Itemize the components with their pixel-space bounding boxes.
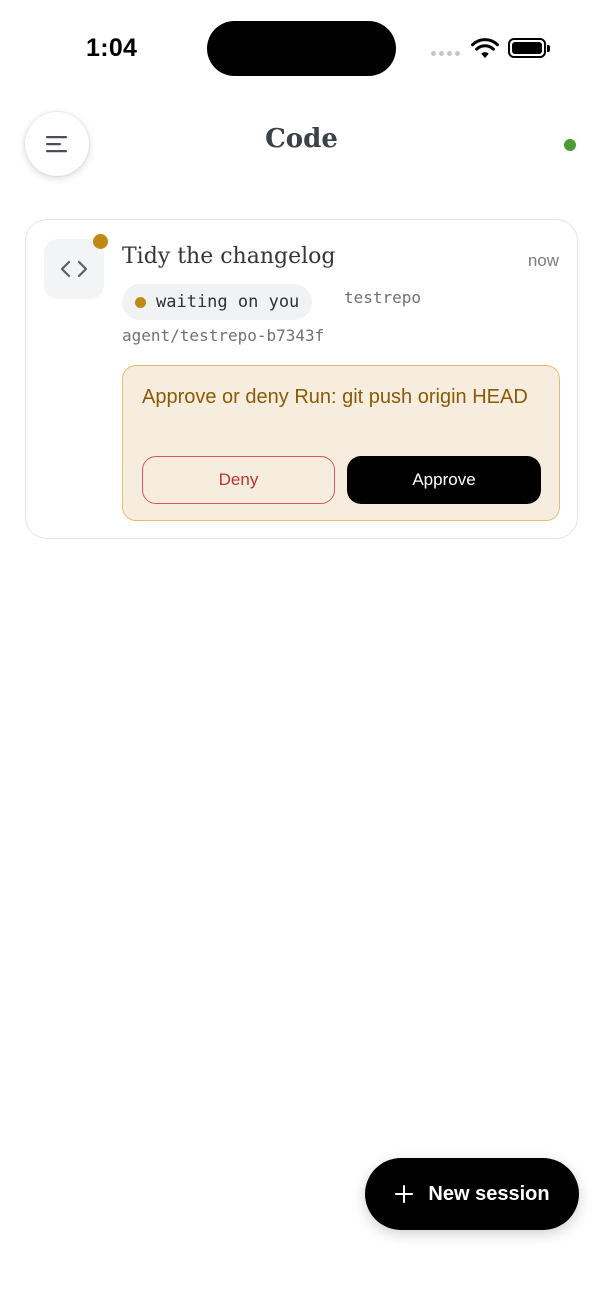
- status-time: 1:04: [86, 34, 138, 62]
- status-badge: waiting on you: [122, 284, 313, 320]
- dynamic-island: [207, 21, 396, 76]
- connection-status-dot: [564, 139, 576, 151]
- page-title: Code: [265, 124, 338, 154]
- session-title: Tidy the changelog: [122, 244, 336, 269]
- deny-button[interactable]: Deny: [142, 456, 335, 504]
- status-dot: [135, 296, 146, 308]
- branch-name: agent/testrepo-b7343f: [122, 326, 325, 345]
- wifi-icon: [471, 38, 499, 58]
- battery-icon: [508, 38, 550, 58]
- cellular-signal-icon: [431, 51, 460, 56]
- app-screen: 1:04 Code Tidy the changelog now waiting…: [0, 0, 603, 1311]
- attention-indicator: [93, 234, 108, 249]
- new-session-label: New session: [428, 1182, 550, 1205]
- code-icon: [60, 260, 88, 278]
- repo-name: testrepo: [344, 288, 422, 307]
- session-icon-tile: [44, 239, 104, 299]
- approval-prompt: Approve or deny Run: git push origin HEA…: [142, 386, 528, 408]
- session-timestamp: now: [527, 251, 559, 270]
- approval-request: Approve or deny Run: git push origin HEA…: [122, 365, 560, 521]
- new-session-button[interactable]: New session: [365, 1158, 579, 1230]
- status-bar: 1:04: [0, 0, 603, 96]
- status-label: waiting on you: [156, 292, 300, 312]
- plus-icon: [394, 1184, 414, 1204]
- approve-button[interactable]: Approve: [347, 456, 541, 504]
- session-card[interactable]: Tidy the changelog now waiting on you te…: [25, 219, 578, 539]
